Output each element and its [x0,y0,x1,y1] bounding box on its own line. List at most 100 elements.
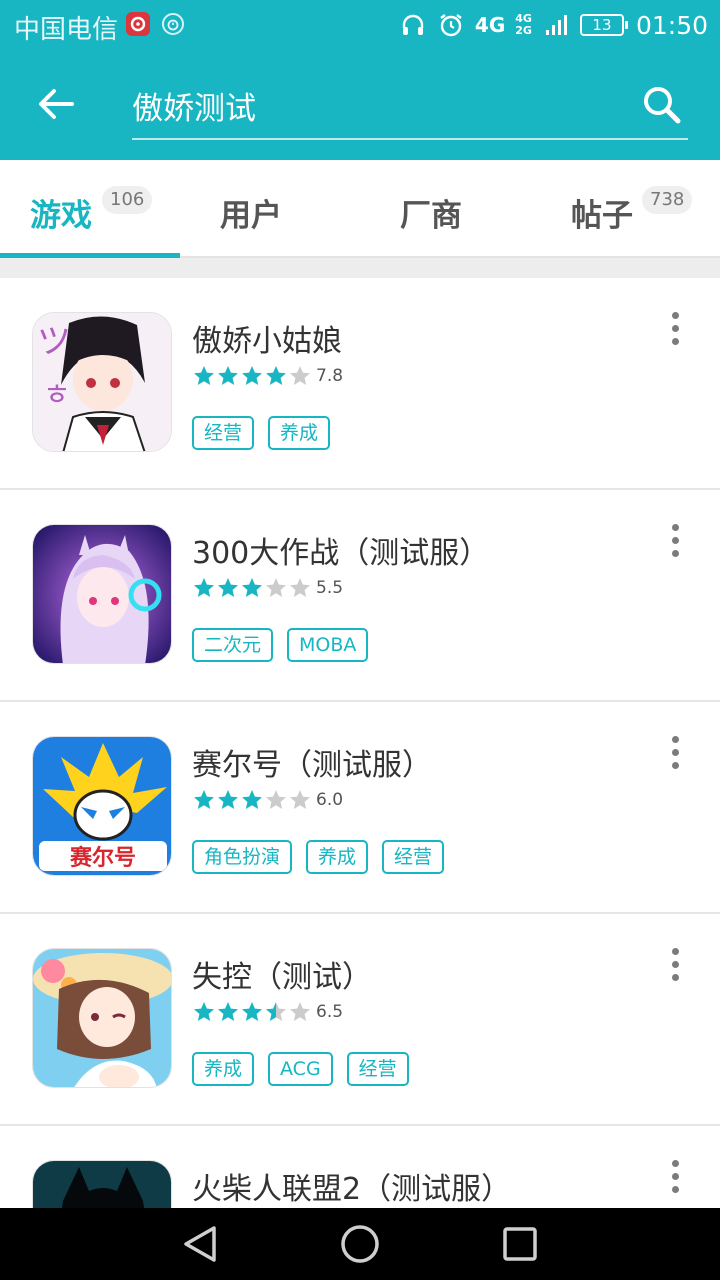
tag-list: 二次元 MOBA [192,628,369,662]
star-icon [242,790,262,809]
search-bar [0,50,720,160]
app-header: 中国电信 4G 4G 2G 13 01:50 傲娇测试 [0,0,720,160]
system-navigation-bar [0,1208,720,1280]
tab-label: 厂商 [400,198,462,234]
svg-text:赛尔号: 赛尔号 [69,845,136,871]
nav-back-button[interactable] [170,1222,230,1266]
tab-label: 游戏 [30,198,92,234]
netease-music-icon [126,12,150,36]
search-field [132,76,688,140]
star-icon [218,790,238,809]
nav-home-icon [341,1225,379,1263]
clock: 01:50 [635,10,708,40]
battery-indicator: 13 [579,14,628,36]
game-result-list: ツ ㅎ 傲娇小姑娘 7.8 经营 养成 300大作战（测试服） 5.5 二次元 … [0,278,720,1280]
tab-users[interactable]: 用户 [180,160,360,256]
star-icon [194,578,214,597]
tag-chip[interactable]: 经营 [382,840,445,874]
star-icon [290,366,310,385]
tag-chip[interactable]: 养成 [268,416,331,450]
star-icon [194,790,214,809]
star-rating [192,576,312,600]
back-button[interactable] [30,82,82,126]
nav-home-button[interactable] [330,1222,390,1266]
status-icons: 4G 4G 2G 13 01:50 [399,8,708,42]
tab-vendors[interactable]: 厂商 [360,160,540,256]
tag-list: 角色扮演 养成 经营 [192,840,445,874]
star-icon [242,1002,262,1021]
more-options-button[interactable] [660,944,690,984]
nav-recents-icon [503,1227,537,1261]
status-bar: 中国电信 4G 4G 2G 13 01:50 [0,0,720,50]
more-options-button[interactable] [660,732,690,772]
search-icon [644,87,681,124]
game-icon: 赛尔号 [32,736,172,876]
alarm-icon [437,11,465,39]
tab-count-badge: 106 [102,186,153,214]
game-title: 失控（测试） [192,960,372,995]
more-options-button[interactable] [660,1156,690,1196]
star-icon [290,790,310,809]
star-rating [192,364,312,388]
tag-chip[interactable]: 养成 [306,840,369,874]
timer-app-icon [162,13,184,35]
app-screen: 中国电信 4G 4G 2G 13 01:50 傲娇测试 游戏 106 用户 厂商… [0,0,720,1280]
tab-posts[interactable]: 帖子 738 [540,160,720,256]
game-title: 火柴人联盟2（测试服） [192,1172,512,1207]
tag-chip[interactable]: MOBA [287,628,369,662]
list-item[interactable]: ツ ㅎ 傲娇小姑娘 7.8 经营 养成 [0,278,720,490]
tag-list: 养成 ACG 经营 [192,1052,409,1086]
star-icon [194,1002,214,1021]
search-button[interactable] [638,82,686,128]
carrier-label: 中国电信 [14,15,119,45]
star-icon [266,578,286,597]
list-item[interactable]: 失控（测试） 6.5 养成 ACG 经营 [0,914,720,1126]
rating-score: 6.5 [316,1002,344,1022]
tab-label: 帖子 [571,198,633,234]
rating-score: 5.5 [316,578,344,598]
star-icon [194,366,214,385]
tab-count-badge: 738 [642,186,693,214]
tag-list: 经营 养成 [192,416,331,450]
more-options-button[interactable] [660,520,690,560]
headset-icon [399,11,427,39]
network-type-label: 4G [474,13,506,37]
back-arrow-icon [39,89,74,119]
tag-chip[interactable]: ACG [268,1052,333,1086]
star-icon [290,1002,310,1021]
star-icon [266,1002,286,1021]
tab-label: 用户 [220,198,282,234]
search-input[interactable] [132,82,612,128]
star-rating [192,788,312,812]
tag-chip[interactable]: 经营 [346,1052,409,1086]
star-icon [242,366,262,385]
tag-chip[interactable]: 养成 [192,1052,255,1086]
dual-sim-labels: 4G 2G [515,13,532,37]
signal-icon [542,11,570,39]
tab-games[interactable]: 游戏 106 [0,160,180,258]
star-icon [218,578,238,597]
tag-chip[interactable]: 经营 [192,416,255,450]
star-icon [290,578,310,597]
rating-score: 7.8 [316,366,344,386]
star-icon [266,790,286,809]
tag-chip[interactable]: 角色扮演 [192,840,293,874]
svg-text:ㅎ: ㅎ [43,378,71,413]
tag-chip[interactable]: 二次元 [192,628,274,662]
game-icon [32,948,172,1088]
list-item[interactable]: 300大作战（测试服） 5.5 二次元 MOBA [0,490,720,702]
section-divider [0,258,720,278]
game-icon [32,524,172,664]
game-title: 傲娇小姑娘 [192,324,342,359]
star-icon [266,366,286,385]
nav-recents-button[interactable] [490,1222,550,1266]
sim2-network-label: 2G [515,24,532,37]
star-icon [218,1002,238,1021]
game-icon: ツ ㅎ [32,312,172,452]
game-title: 300大作战（测试服） [192,536,490,571]
more-options-button[interactable] [660,308,690,348]
list-item[interactable]: 赛尔号 赛尔号（测试服） 6.0 角色扮演 养成 经营 [0,702,720,914]
star-icon [218,366,238,385]
star-rating [192,1000,312,1024]
nav-back-icon [184,1226,216,1262]
